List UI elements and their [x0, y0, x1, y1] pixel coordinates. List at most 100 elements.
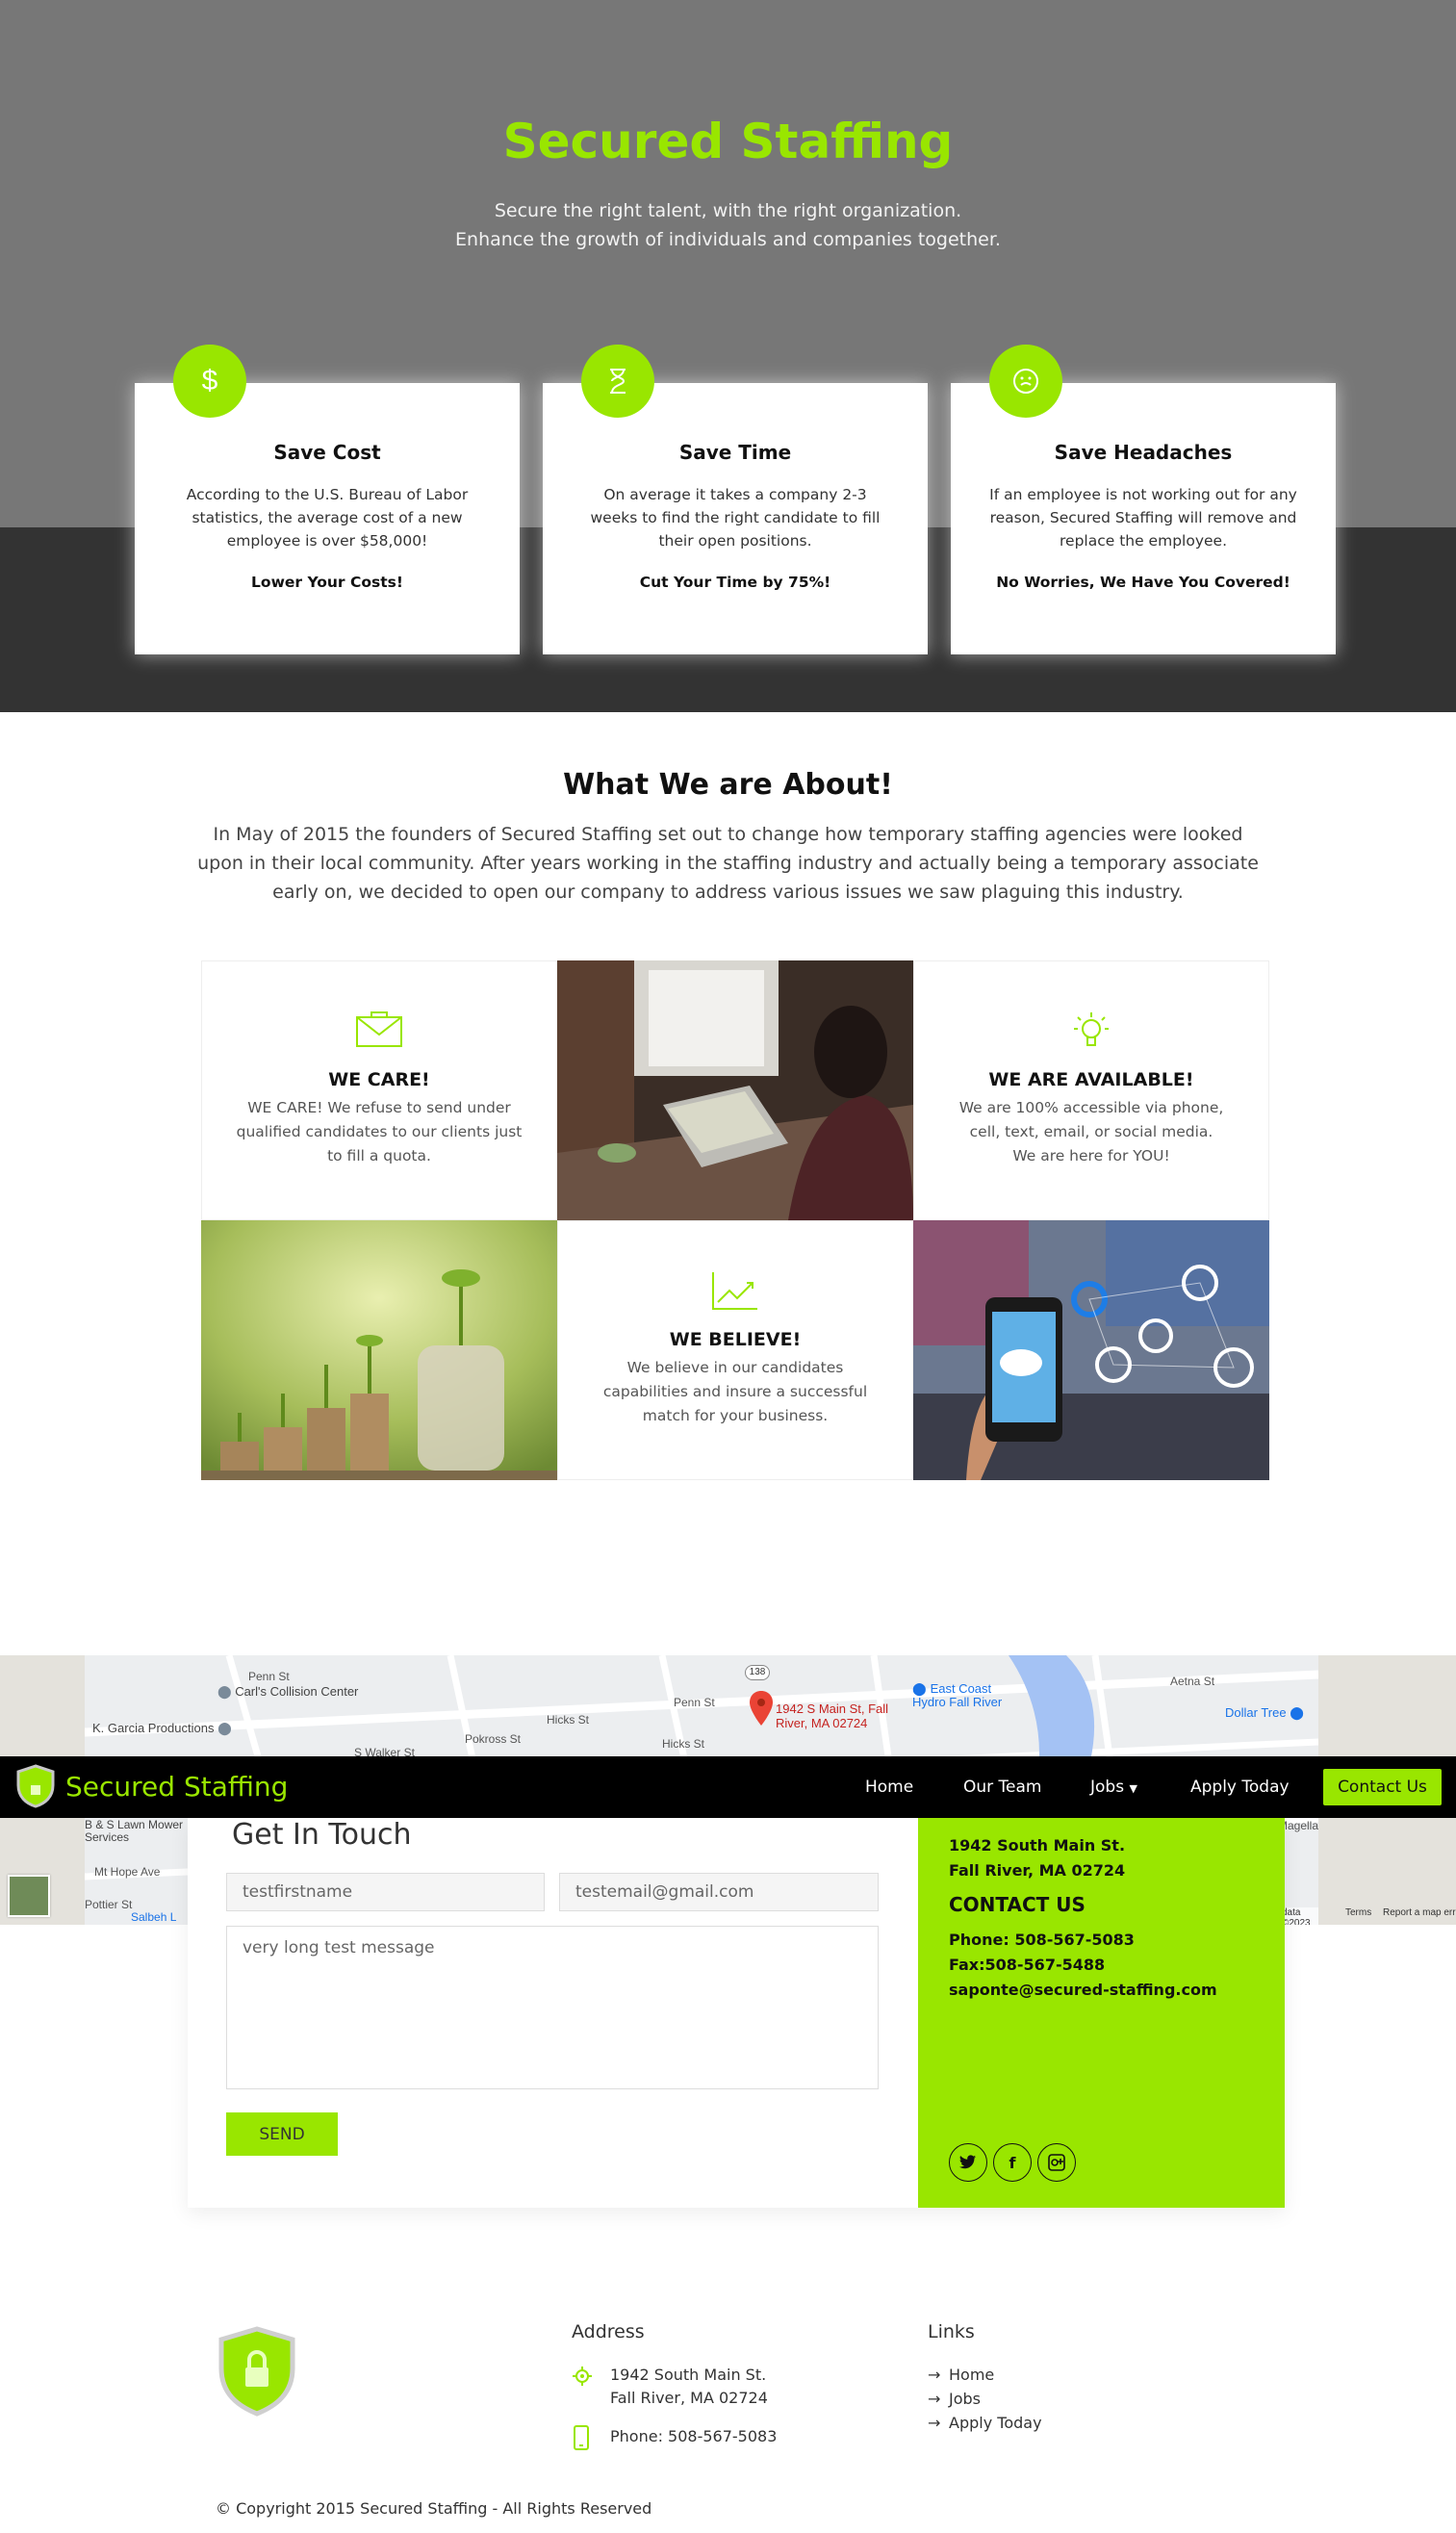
- arrow-right-icon: →: [928, 2390, 941, 2408]
- contact-info-panel: 1942 South Main St. Fall River, MA 02724…: [918, 1818, 1285, 2208]
- feature-we-care: WE CARE! WE CARE! We refuse to send unde…: [201, 960, 557, 1220]
- map-terms-link[interactable]: Terms: [1345, 1907, 1371, 1918]
- google-plus-icon[interactable]: [1037, 2143, 1076, 2182]
- hero-title: Secured Staffing: [502, 114, 954, 169]
- footer-link-home[interactable]: → Home: [928, 2366, 994, 2384]
- map-place-label: B & S Lawn Mower Services: [85, 1818, 184, 1844]
- first-name-input[interactable]: testfirstname: [226, 1873, 545, 1911]
- social-links: f: [949, 2143, 1076, 2182]
- chart-icon: [558, 1269, 912, 1312]
- map-place-label: K. Garcia Productions ⬤: [92, 1721, 232, 1735]
- feature-text-extra: We are here for YOU!: [1012, 1147, 1170, 1164]
- location-icon: [572, 2366, 593, 2392]
- card-tagline: Cut Your Time by 75%!: [639, 574, 831, 591]
- contact-us-button[interactable]: Contact Us: [1323, 1769, 1442, 1805]
- feature-grid: WE CARE! WE CARE! We refuse to send unde…: [201, 960, 1269, 1480]
- contact-title: Get In Touch: [232, 1818, 412, 1852]
- map-street-label: Pottier St: [85, 1898, 133, 1911]
- info-email[interactable]: saponte@secured-staffing.com: [949, 1978, 1254, 2003]
- footer-links-heading: Links: [928, 2321, 975, 2342]
- card-text: On average it takes a company 2-3 weeks …: [590, 486, 881, 550]
- about-text: In May of 2015 the founders of Secured S…: [197, 824, 1259, 903]
- map-place-label: ⬤ East Coast Hydro Fall River: [912, 1681, 1003, 1709]
- feature-text: We are 100% accessible via phone, cell, …: [958, 1099, 1224, 1140]
- satellite-view-button[interactable]: [8, 1875, 50, 1917]
- info-fax: Fax:508-567-5488: [949, 1956, 1106, 1974]
- info-address-line1: 1942 South Main St.: [949, 1836, 1126, 1855]
- feature-title: WE BELIEVE!: [669, 1329, 802, 1350]
- arrow-right-icon: →: [928, 2414, 941, 2432]
- lightbulb-icon: [914, 1010, 1268, 1052]
- arrow-right-icon: →: [928, 2366, 941, 2384]
- card-tagline: No Worries, We Have You Covered!: [996, 574, 1290, 591]
- map-street-label: Penn St: [248, 1670, 290, 1683]
- nav-our-team[interactable]: Our Team: [963, 1778, 1041, 1797]
- nav-jobs[interactable]: Jobs ▼: [1090, 1778, 1137, 1797]
- map-street-label: Mt Hope Ave: [94, 1865, 161, 1879]
- card-save-headaches: Save Headaches If an employee is not wor…: [951, 345, 1336, 654]
- nav-apply-today[interactable]: Apply Today: [1190, 1778, 1290, 1797]
- map-pin-icon: ⬤: [1290, 1705, 1304, 1720]
- map-street-label: Aetna St: [1170, 1675, 1215, 1688]
- smiley-icon: [989, 345, 1062, 418]
- info-address-line2: Fall River, MA 02724: [949, 1861, 1126, 1880]
- map-report-link[interactable]: Report a map err: [1383, 1907, 1456, 1918]
- map-pin-icon: ⬤: [217, 1684, 232, 1699]
- card-title: Save Time: [678, 441, 792, 464]
- card-text: If an employee is not working out for an…: [989, 486, 1297, 550]
- hero-subtitle: Secure the right talent, with the right …: [455, 200, 1001, 250]
- twitter-icon[interactable]: [949, 2143, 987, 2182]
- shield-logo-icon: [16, 1764, 55, 1808]
- feature-title: WE ARE AVAILABLE!: [988, 1069, 1194, 1090]
- brand[interactable]: Secured Staffing: [15, 1764, 288, 1808]
- contact-section: Get In Touch testfirstname testemail@gma…: [188, 1818, 1285, 2208]
- message-textarea[interactable]: very long test message: [226, 1926, 879, 2089]
- photo-coin-plants: [201, 1220, 557, 1480]
- map-pin-icon: ⬤: [912, 1681, 927, 1696]
- info-phone: Phone: 508-567-5083: [949, 1931, 1135, 1949]
- map-place-label: Dollar Tree ⬤: [1225, 1705, 1304, 1720]
- footer-shield-logo-icon[interactable]: [216, 2325, 298, 2422]
- photo-smartphone-network: [913, 1220, 1269, 1480]
- feature-text: WE CARE! We refuse to send under qualifi…: [236, 1099, 523, 1164]
- footer-phone: Phone: 508-567-5083: [610, 2427, 778, 2445]
- map-pin-icon: ⬤: [217, 1721, 232, 1735]
- card-text: According to the U.S. Bureau of Labor st…: [186, 486, 469, 550]
- footer-address-heading: Address: [572, 2321, 645, 2342]
- feature-title: WE CARE!: [328, 1069, 430, 1090]
- brand-name: Secured Staffing: [65, 1770, 289, 1803]
- contact-us-heading: CONTACT US: [949, 1893, 1086, 1916]
- footer-link-jobs[interactable]: → Jobs: [928, 2390, 981, 2408]
- feature-text: We believe in our candidates capabilitie…: [602, 1359, 868, 1424]
- nav-home[interactable]: Home: [865, 1778, 913, 1797]
- feature-we-believe: WE BELIEVE! We believe in our candidates…: [557, 1220, 913, 1480]
- caret-down-icon: ▼: [1129, 1782, 1137, 1795]
- map-pin-label: 1942 S Main St, Fall River, MA 02724: [776, 1701, 889, 1730]
- map-street-label: Salbeh L: [131, 1910, 177, 1924]
- map-street-label: Pokross St: [465, 1732, 522, 1746]
- map-street-label: Hicks St: [547, 1713, 590, 1727]
- hourglass-icon: [581, 345, 654, 418]
- map-street-label: Penn St: [674, 1696, 715, 1709]
- map-place-label: ⬤ Carl's Collision Center: [217, 1684, 359, 1699]
- route-shield: 138: [745, 1665, 770, 1680]
- card-title: Save Headaches: [1054, 441, 1233, 464]
- feature-we-are-available: WE ARE AVAILABLE! We are 100% accessible…: [913, 960, 1269, 1220]
- map-street-label: Hicks St: [662, 1737, 705, 1751]
- card-tagline: Lower Your Costs!: [251, 574, 403, 591]
- footer-link-apply-today[interactable]: → Apply Today: [928, 2414, 1042, 2432]
- card-save-cost: $ Save Cost According to the U.S. Bureau…: [135, 345, 520, 654]
- phone-icon: [574, 2425, 589, 2455]
- send-button[interactable]: SEND: [226, 2112, 338, 2156]
- card-save-time: Save Time On average it takes a company …: [543, 345, 928, 654]
- about-title: What We are About!: [563, 768, 893, 802]
- envelope-icon: [202, 1010, 556, 1052]
- footer-address: 1942 South Main St. Fall River, MA 02724: [610, 2366, 768, 2407]
- email-input[interactable]: testemail@gmail.com: [559, 1873, 879, 1911]
- navbar: Secured Staffing Home Our Team Jobs ▼ Ap…: [0, 1756, 1456, 1818]
- card-title: Save Cost: [273, 441, 381, 464]
- copyright: © Copyright 2015 Secured Staffing - All …: [216, 2499, 652, 2518]
- dollar-icon: $: [173, 345, 246, 418]
- facebook-icon[interactable]: f: [993, 2143, 1032, 2182]
- photo-laptop-worker: [557, 960, 913, 1220]
